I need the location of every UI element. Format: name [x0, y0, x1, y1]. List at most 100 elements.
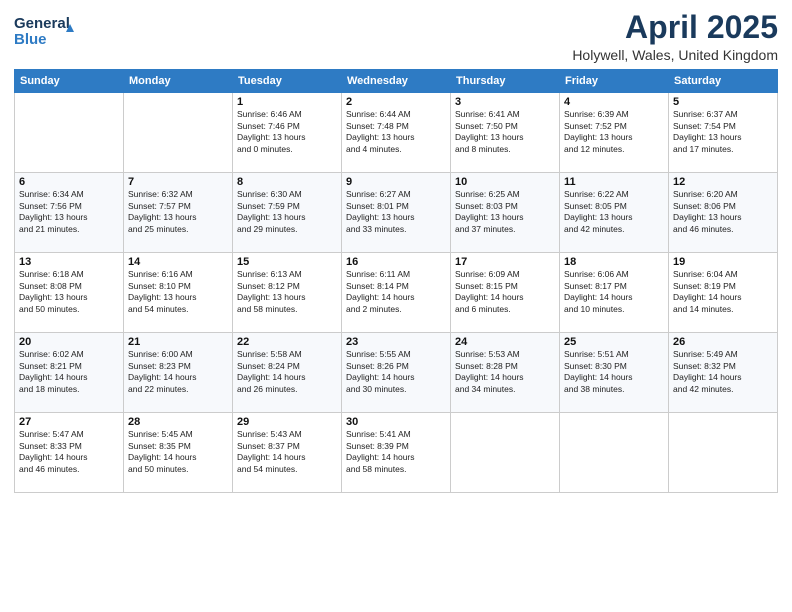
- calendar-cell-w5-d2: 28Sunrise: 5:45 AM Sunset: 8:35 PM Dayli…: [124, 413, 233, 493]
- day-number: 3: [455, 96, 555, 108]
- day-info: Sunrise: 6:00 AM Sunset: 8:23 PM Dayligh…: [128, 349, 228, 395]
- day-info: Sunrise: 6:30 AM Sunset: 7:59 PM Dayligh…: [237, 189, 337, 235]
- day-info: Sunrise: 5:47 AM Sunset: 8:33 PM Dayligh…: [19, 429, 119, 475]
- day-info: Sunrise: 6:25 AM Sunset: 8:03 PM Dayligh…: [455, 189, 555, 235]
- calendar-cell-w1-d2: [124, 93, 233, 173]
- logo-svg: General Blue: [14, 10, 74, 50]
- day-number: 12: [673, 176, 773, 188]
- location-title: Holywell, Wales, United Kingdom: [572, 47, 778, 63]
- calendar-cell-w5-d1: 27Sunrise: 5:47 AM Sunset: 8:33 PM Dayli…: [15, 413, 124, 493]
- day-number: 11: [564, 176, 664, 188]
- week-row-1: 1Sunrise: 6:46 AM Sunset: 7:46 PM Daylig…: [15, 93, 778, 173]
- calendar-cell-w5-d6: [560, 413, 669, 493]
- day-info: Sunrise: 6:02 AM Sunset: 8:21 PM Dayligh…: [19, 349, 119, 395]
- day-number: 10: [455, 176, 555, 188]
- col-friday: Friday: [560, 70, 669, 93]
- day-info: Sunrise: 6:46 AM Sunset: 7:46 PM Dayligh…: [237, 109, 337, 155]
- day-info: Sunrise: 6:39 AM Sunset: 7:52 PM Dayligh…: [564, 109, 664, 155]
- calendar-cell-w1-d6: 4Sunrise: 6:39 AM Sunset: 7:52 PM Daylig…: [560, 93, 669, 173]
- day-number: 18: [564, 256, 664, 268]
- day-info: Sunrise: 5:51 AM Sunset: 8:30 PM Dayligh…: [564, 349, 664, 395]
- calendar-cell-w4-d1: 20Sunrise: 6:02 AM Sunset: 8:21 PM Dayli…: [15, 333, 124, 413]
- calendar-cell-w5-d4: 30Sunrise: 5:41 AM Sunset: 8:39 PM Dayli…: [342, 413, 451, 493]
- day-number: 13: [19, 256, 119, 268]
- day-number: 24: [455, 336, 555, 348]
- day-info: Sunrise: 5:45 AM Sunset: 8:35 PM Dayligh…: [128, 429, 228, 475]
- calendar-cell-w1-d5: 3Sunrise: 6:41 AM Sunset: 7:50 PM Daylig…: [451, 93, 560, 173]
- calendar-cell-w5-d5: [451, 413, 560, 493]
- month-title: April 2025: [572, 10, 778, 45]
- calendar-cell-w3-d5: 17Sunrise: 6:09 AM Sunset: 8:15 PM Dayli…: [451, 253, 560, 333]
- calendar-cell-w4-d5: 24Sunrise: 5:53 AM Sunset: 8:28 PM Dayli…: [451, 333, 560, 413]
- calendar-cell-w5-d7: [669, 413, 778, 493]
- day-number: 17: [455, 256, 555, 268]
- calendar-cell-w1-d3: 1Sunrise: 6:46 AM Sunset: 7:46 PM Daylig…: [233, 93, 342, 173]
- calendar-cell-w3-d7: 19Sunrise: 6:04 AM Sunset: 8:19 PM Dayli…: [669, 253, 778, 333]
- calendar-cell-w1-d7: 5Sunrise: 6:37 AM Sunset: 7:54 PM Daylig…: [669, 93, 778, 173]
- day-number: 28: [128, 416, 228, 428]
- day-info: Sunrise: 6:32 AM Sunset: 7:57 PM Dayligh…: [128, 189, 228, 235]
- day-info: Sunrise: 6:16 AM Sunset: 8:10 PM Dayligh…: [128, 269, 228, 315]
- col-saturday: Saturday: [669, 70, 778, 93]
- day-number: 8: [237, 176, 337, 188]
- day-info: Sunrise: 5:55 AM Sunset: 8:26 PM Dayligh…: [346, 349, 446, 395]
- day-info: Sunrise: 5:49 AM Sunset: 8:32 PM Dayligh…: [673, 349, 773, 395]
- day-number: 20: [19, 336, 119, 348]
- calendar-cell-w1-d1: [15, 93, 124, 173]
- day-info: Sunrise: 5:58 AM Sunset: 8:24 PM Dayligh…: [237, 349, 337, 395]
- day-info: Sunrise: 6:13 AM Sunset: 8:12 PM Dayligh…: [237, 269, 337, 315]
- logo: General Blue: [14, 10, 74, 50]
- calendar-cell-w1-d4: 2Sunrise: 6:44 AM Sunset: 7:48 PM Daylig…: [342, 93, 451, 173]
- calendar-table: Sunday Monday Tuesday Wednesday Thursday…: [14, 69, 778, 493]
- day-number: 23: [346, 336, 446, 348]
- day-number: 29: [237, 416, 337, 428]
- day-number: 21: [128, 336, 228, 348]
- calendar-cell-w2-d4: 9Sunrise: 6:27 AM Sunset: 8:01 PM Daylig…: [342, 173, 451, 253]
- calendar-cell-w4-d2: 21Sunrise: 6:00 AM Sunset: 8:23 PM Dayli…: [124, 333, 233, 413]
- day-number: 15: [237, 256, 337, 268]
- calendar-cell-w2-d7: 12Sunrise: 6:20 AM Sunset: 8:06 PM Dayli…: [669, 173, 778, 253]
- col-thursday: Thursday: [451, 70, 560, 93]
- day-info: Sunrise: 6:20 AM Sunset: 8:06 PM Dayligh…: [673, 189, 773, 235]
- day-info: Sunrise: 6:37 AM Sunset: 7:54 PM Dayligh…: [673, 109, 773, 155]
- day-number: 9: [346, 176, 446, 188]
- calendar-cell-w2-d2: 7Sunrise: 6:32 AM Sunset: 7:57 PM Daylig…: [124, 173, 233, 253]
- title-block: April 2025 Holywell, Wales, United Kingd…: [572, 10, 778, 63]
- day-number: 14: [128, 256, 228, 268]
- day-number: 22: [237, 336, 337, 348]
- day-number: 2: [346, 96, 446, 108]
- week-row-3: 13Sunrise: 6:18 AM Sunset: 8:08 PM Dayli…: [15, 253, 778, 333]
- calendar-cell-w2-d5: 10Sunrise: 6:25 AM Sunset: 8:03 PM Dayli…: [451, 173, 560, 253]
- day-number: 16: [346, 256, 446, 268]
- day-number: 5: [673, 96, 773, 108]
- day-info: Sunrise: 6:41 AM Sunset: 7:50 PM Dayligh…: [455, 109, 555, 155]
- day-number: 4: [564, 96, 664, 108]
- calendar-cell-w5-d3: 29Sunrise: 5:43 AM Sunset: 8:37 PM Dayli…: [233, 413, 342, 493]
- calendar-cell-w4-d7: 26Sunrise: 5:49 AM Sunset: 8:32 PM Dayli…: [669, 333, 778, 413]
- col-tuesday: Tuesday: [233, 70, 342, 93]
- day-info: Sunrise: 5:41 AM Sunset: 8:39 PM Dayligh…: [346, 429, 446, 475]
- svg-text:Blue: Blue: [14, 31, 47, 48]
- week-row-2: 6Sunrise: 6:34 AM Sunset: 7:56 PM Daylig…: [15, 173, 778, 253]
- day-info: Sunrise: 6:11 AM Sunset: 8:14 PM Dayligh…: [346, 269, 446, 315]
- day-info: Sunrise: 6:44 AM Sunset: 7:48 PM Dayligh…: [346, 109, 446, 155]
- calendar-cell-w3-d2: 14Sunrise: 6:16 AM Sunset: 8:10 PM Dayli…: [124, 253, 233, 333]
- svg-text:General: General: [14, 15, 70, 32]
- calendar-cell-w3-d4: 16Sunrise: 6:11 AM Sunset: 8:14 PM Dayli…: [342, 253, 451, 333]
- calendar-cell-w3-d1: 13Sunrise: 6:18 AM Sunset: 8:08 PM Dayli…: [15, 253, 124, 333]
- week-row-4: 20Sunrise: 6:02 AM Sunset: 8:21 PM Dayli…: [15, 333, 778, 413]
- calendar-cell-w3-d6: 18Sunrise: 6:06 AM Sunset: 8:17 PM Dayli…: [560, 253, 669, 333]
- day-info: Sunrise: 6:27 AM Sunset: 8:01 PM Dayligh…: [346, 189, 446, 235]
- day-info: Sunrise: 5:43 AM Sunset: 8:37 PM Dayligh…: [237, 429, 337, 475]
- day-number: 1: [237, 96, 337, 108]
- day-info: Sunrise: 6:04 AM Sunset: 8:19 PM Dayligh…: [673, 269, 773, 315]
- day-info: Sunrise: 5:53 AM Sunset: 8:28 PM Dayligh…: [455, 349, 555, 395]
- calendar-cell-w4-d4: 23Sunrise: 5:55 AM Sunset: 8:26 PM Dayli…: [342, 333, 451, 413]
- calendar-cell-w2-d1: 6Sunrise: 6:34 AM Sunset: 7:56 PM Daylig…: [15, 173, 124, 253]
- day-number: 26: [673, 336, 773, 348]
- week-row-5: 27Sunrise: 5:47 AM Sunset: 8:33 PM Dayli…: [15, 413, 778, 493]
- day-number: 30: [346, 416, 446, 428]
- calendar-cell-w2-d6: 11Sunrise: 6:22 AM Sunset: 8:05 PM Dayli…: [560, 173, 669, 253]
- calendar-cell-w4-d6: 25Sunrise: 5:51 AM Sunset: 8:30 PM Dayli…: [560, 333, 669, 413]
- calendar-cell-w2-d3: 8Sunrise: 6:30 AM Sunset: 7:59 PM Daylig…: [233, 173, 342, 253]
